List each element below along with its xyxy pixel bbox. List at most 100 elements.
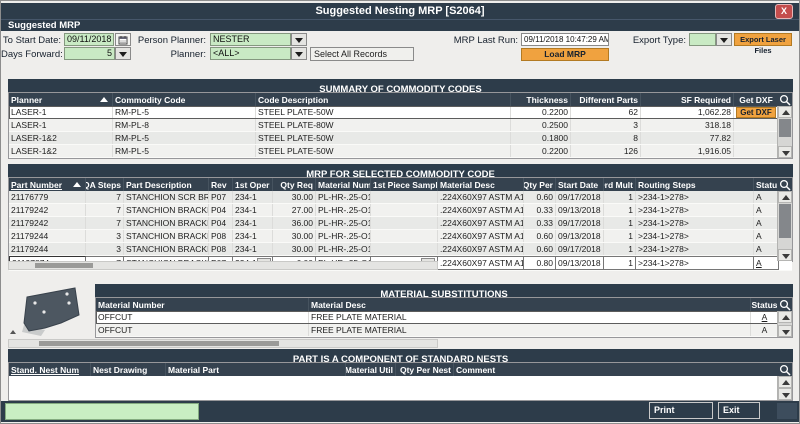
table-cell[interactable]: 21179242 bbox=[9, 217, 86, 229]
table-cell[interactable]: OFFCUT bbox=[96, 311, 309, 323]
table-row[interactable]: LASER-1&2RM-PL-5STEEL PLATE-50W0.2200126… bbox=[9, 145, 792, 158]
column-header[interactable]: Thickness bbox=[511, 93, 571, 106]
column-header[interactable]: Rev bbox=[209, 178, 233, 191]
mrp-hscrollbar[interactable] bbox=[8, 261, 438, 270]
table-cell[interactable]: 7 bbox=[86, 217, 124, 229]
column-header[interactable]: SF Required bbox=[641, 93, 734, 106]
table-cell[interactable]: RM-PL-5 bbox=[113, 132, 256, 144]
table-cell[interactable]: A bbox=[754, 191, 779, 203]
table-cell[interactable]: 09/13/2018 bbox=[556, 204, 604, 216]
table-cell[interactable]: PL-HR-.25-O11 bbox=[316, 191, 371, 203]
table-cell[interactable]: 0.2200 bbox=[511, 106, 571, 118]
table-row[interactable]: 211792427STANCHION BRACKET, DPFP04234-13… bbox=[9, 217, 792, 230]
search-icon[interactable] bbox=[777, 93, 792, 106]
table-cell[interactable]: 09/17/2018 bbox=[556, 191, 604, 203]
table-row[interactable]: OFFCUTFREE PLATE MATERIALA bbox=[96, 324, 792, 337]
table-cell[interactable]: 0.2500 bbox=[511, 119, 571, 131]
table-cell[interactable]: 09/13/2018 bbox=[556, 256, 604, 270]
table-cell[interactable]: STEEL PLATE-50W bbox=[256, 145, 511, 157]
column-header[interactable]: Material Number bbox=[96, 298, 309, 311]
scroll-down-button[interactable] bbox=[778, 146, 792, 158]
table-cell[interactable]: P07 bbox=[209, 191, 233, 203]
table-cell[interactable]: 1 bbox=[604, 191, 636, 203]
table-cell[interactable]: RM-PL-5 bbox=[113, 145, 256, 157]
search-icon[interactable] bbox=[777, 178, 792, 191]
table-cell[interactable]: FREE PLATE MATERIAL bbox=[309, 324, 751, 336]
table-cell[interactable]: 1 bbox=[604, 204, 636, 216]
table-cell[interactable] bbox=[371, 230, 438, 242]
table-cell[interactable]: P08 bbox=[209, 230, 233, 242]
table-cell[interactable]: 30.00 bbox=[273, 191, 316, 203]
planner-input[interactable]: <ALL> bbox=[210, 47, 291, 60]
table-cell[interactable]: PL-HR-.25-O11 bbox=[316, 230, 371, 242]
column-header[interactable]: Part Number bbox=[9, 178, 86, 191]
export-type-input[interactable] bbox=[689, 33, 716, 46]
scroll-down-button[interactable] bbox=[778, 325, 792, 337]
column-header[interactable]: Get DXF bbox=[734, 93, 779, 106]
hscroll-thumb[interactable] bbox=[35, 263, 93, 268]
close-button[interactable]: X bbox=[775, 4, 793, 19]
table-cell[interactable]: A bbox=[754, 230, 779, 242]
column-header[interactable]: QA Steps bbox=[86, 178, 124, 191]
column-header[interactable]: Material Part bbox=[166, 363, 346, 376]
scroll-up-button[interactable] bbox=[778, 311, 792, 323]
column-header[interactable]: Code Description bbox=[256, 93, 511, 106]
table-cell[interactable]: 30.00 bbox=[273, 243, 316, 255]
table-cell[interactable]: STANCHION BRACKET, DPF bbox=[124, 217, 209, 229]
table-cell[interactable]: 1,062.28 bbox=[641, 106, 734, 118]
table-cell[interactable]: PL-HR-.25-O11 bbox=[316, 217, 371, 229]
table-cell[interactable]: 234-1 bbox=[233, 204, 273, 216]
table-cell[interactable]: .224X60X97 ASTM A1011 .2 bbox=[438, 243, 524, 255]
table-row[interactable]: OFFCUTFREE PLATE MATERIALA bbox=[96, 311, 792, 324]
table-cell[interactable] bbox=[734, 132, 779, 144]
column-header[interactable]: Ord Mult bbox=[604, 178, 636, 191]
table-cell[interactable]: A bbox=[754, 243, 779, 255]
table-cell[interactable]: >234-1>278> bbox=[636, 191, 754, 203]
table-row[interactable]: 211792427STANCHION BRACKET, DPFP04234-12… bbox=[9, 204, 792, 217]
table-cell[interactable]: >234-1>278> bbox=[636, 204, 754, 216]
person-planner-input[interactable]: NESTER bbox=[210, 33, 291, 46]
scroll-down-button[interactable] bbox=[778, 388, 792, 400]
table-cell[interactable]: STANCHION BRACKET DPF bbox=[124, 243, 209, 255]
column-header[interactable]: Comment bbox=[454, 363, 779, 376]
table-cell[interactable]: OFFCUT bbox=[96, 324, 309, 336]
table-cell[interactable]: 1 bbox=[604, 243, 636, 255]
table-cell[interactable]: A bbox=[751, 311, 779, 323]
table-cell[interactable]: 234-1 bbox=[233, 191, 273, 203]
column-header[interactable]: Qty Req bbox=[273, 178, 316, 191]
table-row[interactable]: LASER-1RM-PL-8STEEL PLATE-80W0.25003318.… bbox=[9, 119, 792, 132]
column-header[interactable]: Status bbox=[751, 298, 779, 311]
table-cell[interactable]: 09/17/2018 bbox=[556, 217, 604, 229]
scroll-up-button[interactable] bbox=[778, 106, 792, 118]
column-header[interactable]: Material Desc bbox=[438, 178, 524, 191]
column-header[interactable]: Planner bbox=[9, 93, 113, 106]
table-cell[interactable]: 1 bbox=[604, 230, 636, 242]
table-cell[interactable]: Get DXF bbox=[734, 106, 779, 118]
substitutions-hscrollbar[interactable] bbox=[8, 339, 438, 348]
column-header[interactable]: 1st Oper bbox=[233, 178, 273, 191]
column-header[interactable]: Routing Steps bbox=[636, 178, 754, 191]
column-header[interactable]: Stand. Nest Num bbox=[9, 363, 91, 376]
table-cell[interactable]: LASER-1 bbox=[9, 106, 113, 118]
table-cell[interactable]: STANCHION BRACKET DPF bbox=[124, 230, 209, 242]
table-cell[interactable]: 126 bbox=[571, 145, 641, 157]
table-cell[interactable]: >234-1>278> bbox=[636, 230, 754, 242]
table-cell[interactable]: .224X60X97 ASTM A1011 .2 bbox=[438, 204, 524, 216]
table-cell[interactable]: >234-1>278> bbox=[636, 217, 754, 229]
table-cell[interactable]: A bbox=[754, 256, 779, 270]
export-type-dropdown[interactable] bbox=[716, 33, 732, 46]
summary-scrollbar[interactable] bbox=[777, 106, 792, 158]
table-row[interactable]: 211792443STANCHION BRACKET DPFP08234-130… bbox=[9, 230, 792, 243]
table-cell[interactable]: >234-1>278> bbox=[636, 243, 754, 255]
column-header[interactable]: Material Desc bbox=[309, 298, 751, 311]
person-planner-dropdown[interactable] bbox=[291, 33, 307, 46]
table-cell[interactable]: 1 bbox=[604, 256, 636, 270]
mrp-last-run-input[interactable]: 09/11/2018 10:47:29 AM bbox=[521, 33, 609, 46]
table-cell[interactable]: STANCHION SCR BRACKET bbox=[124, 191, 209, 203]
table-cell[interactable]: 09/17/2018 bbox=[556, 243, 604, 255]
table-row[interactable]: 211767797STANCHION SCR BRACKETP07234-130… bbox=[9, 191, 792, 204]
table-cell[interactable]: A bbox=[754, 217, 779, 229]
column-header[interactable]: Nest Drawing bbox=[91, 363, 166, 376]
table-cell[interactable]: P04 bbox=[209, 217, 233, 229]
scroll-down-button[interactable] bbox=[778, 249, 792, 261]
